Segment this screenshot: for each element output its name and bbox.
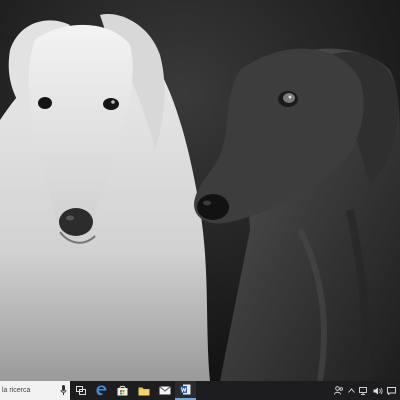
system-tray [334, 381, 400, 400]
microphone-icon[interactable] [60, 385, 67, 396]
desktop [0, 0, 400, 381]
edge-button[interactable] [91, 381, 112, 400]
search-input[interactable]: la ricerca [2, 387, 30, 394]
store-button[interactable] [112, 381, 133, 400]
chevron-up-icon[interactable] [348, 388, 355, 393]
taskbar: la ricerca [0, 381, 400, 400]
volume-icon[interactable] [373, 387, 383, 395]
task-view-icon [75, 386, 86, 395]
store-icon [117, 385, 128, 396]
edge-icon [96, 385, 107, 396]
network-icon[interactable] [359, 386, 369, 395]
word-icon [180, 384, 191, 395]
task-view-button[interactable] [70, 381, 91, 400]
action-center-icon[interactable] [387, 386, 396, 395]
people-icon[interactable] [334, 386, 344, 395]
search-box[interactable]: la ricerca [0, 381, 70, 400]
file-explorer-button[interactable] [133, 381, 154, 400]
wallpaper-dogs-photo [0, 0, 400, 381]
mail-button[interactable] [154, 381, 175, 400]
folder-icon [138, 387, 149, 395]
word-button[interactable] [175, 381, 196, 400]
mail-icon [158, 386, 171, 395]
